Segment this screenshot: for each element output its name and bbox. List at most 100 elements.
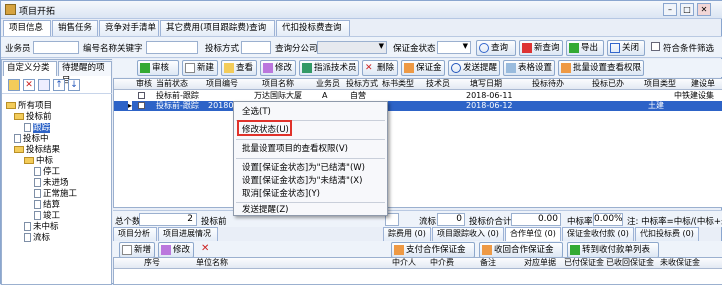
bid-method-select[interactable]	[241, 41, 271, 54]
add-partner-button[interactable]: 新增	[119, 242, 155, 258]
col-recovered[interactable]: 已收回保证金	[606, 258, 654, 268]
row-checkbox[interactable]	[138, 102, 145, 109]
assign-tech-button[interactable]: 指派技术员	[299, 60, 359, 76]
tab-tracking-fees[interactable]: 踪费用 (0)	[383, 227, 431, 241]
search-icon	[479, 43, 489, 53]
col-code[interactable]: 项目编号	[206, 79, 238, 89]
close-icon[interactable]: ✕	[697, 3, 711, 16]
recover-guarantee-button[interactable]: 收回合作保证金	[479, 242, 563, 258]
col-bid-done[interactable]: 投标已办	[592, 79, 624, 89]
company-select[interactable]: ▼	[317, 41, 387, 54]
col-salesperson[interactable]: 业务员	[316, 79, 340, 89]
pay-icon	[394, 245, 404, 255]
table-row-selected[interactable]: ▸ 投标前-跟踪 201806 2018-06-12 土建	[114, 101, 722, 111]
minimize-icon[interactable]: –	[663, 3, 677, 16]
col-agent[interactable]: 中介人	[392, 258, 416, 268]
col-date[interactable]: 填写日期	[470, 79, 502, 89]
col-bid-method[interactable]: 投标方式	[346, 79, 378, 89]
edit-pencil-icon	[263, 63, 273, 73]
tab-tracking-income[interactable]: 项目跟踪收入 (0)	[432, 227, 504, 241]
col-paid[interactable]: 已付保证金	[564, 258, 604, 268]
tab-bid-fee[interactable]: 代扣投标费 (0)	[635, 227, 699, 241]
col-name[interactable]: 项目名称	[262, 79, 294, 89]
col-tech[interactable]: 技术员	[426, 79, 450, 89]
tab-pending-reminders[interactable]: 待提醒的项目	[58, 61, 112, 86]
tree-item-void[interactable]: 流标	[24, 231, 50, 243]
new-label: 新建	[197, 63, 215, 73]
add-folder-icon[interactable]	[8, 79, 20, 91]
pay-guarantee-button[interactable]: 支付合作保证金	[391, 242, 475, 258]
query-button[interactable]: 查询	[476, 40, 516, 56]
cell-status: 投标前-跟踪	[156, 91, 199, 100]
col-doc[interactable]: 对应单据	[524, 258, 556, 268]
tab-other-fees[interactable]: 其它费用(项目跟踪费)查询	[160, 20, 275, 36]
goto-payments-button[interactable]: 转到收付款单列表	[567, 242, 659, 258]
guarantee-select[interactable]: ▼	[437, 41, 471, 54]
tab-sales-task[interactable]: 销售任务	[52, 20, 98, 36]
col-remark[interactable]: 备注	[480, 258, 496, 268]
audit-button[interactable]: 审核	[137, 60, 179, 76]
folder-icon	[24, 157, 34, 164]
maximize-icon[interactable]: □	[680, 3, 694, 16]
keyword-input[interactable]	[146, 41, 198, 54]
row-checkbox[interactable]	[138, 92, 145, 99]
arrow-up-icon[interactable]: ↑	[53, 79, 65, 91]
tab-project-info[interactable]: 项目信息	[3, 20, 51, 36]
tab-custom-category[interactable]: 自定义分类	[3, 61, 57, 76]
app-icon	[5, 4, 16, 15]
menu-cancel-guarantee[interactable]: 取消[保证金状态](Y)	[234, 187, 387, 201]
tab-progress[interactable]: 项目进展情况	[158, 227, 218, 241]
context-menu: 全选(T) 修改状态(U) 批量设置项目的查看权限(V) 设置[保证金状态]为"…	[233, 101, 388, 216]
match-all-label: 符合条件筛选	[663, 44, 715, 54]
table-row[interactable]: 投标前-跟踪 万达国际大厦 A 自营 2018-06-11 中铁建设集	[114, 91, 722, 101]
menu-set-unsettled[interactable]: 设置[保证金状态]为"未结清"(X)	[234, 174, 387, 188]
edit-icon[interactable]	[38, 79, 50, 91]
col-seq[interactable]: 序号	[144, 258, 160, 268]
folder-icon	[6, 102, 16, 109]
new-query-button[interactable]: 新查询	[519, 40, 563, 56]
match-all-checkbox[interactable]	[651, 42, 660, 51]
view-button[interactable]: 查看	[221, 60, 257, 76]
col-audit[interactable]: 审核	[136, 79, 152, 89]
row-pointer-icon: ▸	[128, 101, 133, 110]
batch-permission-button[interactable]: 批量设置查看权限	[558, 60, 644, 76]
goto-payments-label: 转到收付款单列表	[582, 245, 651, 255]
tab-partners[interactable]: 合作单位 (0)	[505, 227, 561, 241]
cell-builder: 中铁建设集	[674, 91, 714, 100]
bid-total-value: 0.00	[511, 213, 561, 226]
col-project-type[interactable]: 项目类型	[644, 79, 676, 89]
guarantee-button[interactable]: 保证金	[401, 60, 445, 76]
col-agent-fee[interactable]: 中介费	[430, 258, 454, 268]
edit-partner-button[interactable]: 修改	[158, 242, 194, 258]
delete-button[interactable]: ✕ 删除	[362, 60, 398, 76]
col-bid-todo[interactable]: 投标待办	[532, 79, 564, 89]
col-status[interactable]: 当前状态	[156, 79, 188, 89]
cell-status: 投标前-跟踪	[156, 101, 199, 110]
salesperson-input[interactable]	[33, 41, 79, 54]
folder-icon	[14, 146, 24, 153]
col-builder[interactable]: 建设单	[691, 79, 715, 89]
tab-competitors[interactable]: 竞争对手清单	[99, 20, 159, 36]
menu-batch-permission[interactable]: 批量设置项目的查看权限(V)	[234, 142, 387, 156]
arrow-down-icon[interactable]: ↓	[68, 79, 80, 91]
tab-project-analysis[interactable]: 项目分析	[113, 227, 157, 241]
menu-set-settled[interactable]: 设置[保证金状态]为"已结清"(W)	[234, 161, 387, 175]
new-icon	[185, 63, 195, 73]
document-icon	[34, 178, 41, 187]
delete-icon[interactable]: ✕	[23, 79, 35, 91]
tab-bid-fee-query[interactable]: 代扣投标费查询	[276, 20, 350, 36]
tab-guarantee-payments[interactable]: 保证金收付款 (0)	[562, 227, 634, 241]
delete-partner-icon[interactable]: ✕	[201, 243, 211, 255]
menu-send-reminder[interactable]: 发送提醒(Z)	[234, 203, 387, 217]
send-reminder-button[interactable]: 发送提醒	[448, 60, 500, 76]
col-unit-name[interactable]: 单位名称	[196, 258, 228, 268]
close-button[interactable]: 关闭	[607, 40, 645, 56]
table-settings-button[interactable]: 表格设置	[503, 60, 555, 76]
total-label: 总个数	[115, 217, 141, 227]
export-button[interactable]: 导出	[566, 40, 604, 56]
menu-select-all[interactable]: 全选(T)	[234, 105, 387, 119]
col-doc-type[interactable]: 标书类型	[382, 79, 414, 89]
new-button[interactable]: 新建	[182, 60, 218, 76]
edit-button[interactable]: 修改	[260, 60, 296, 76]
col-unrecovered[interactable]: 未收保证金	[660, 258, 700, 268]
